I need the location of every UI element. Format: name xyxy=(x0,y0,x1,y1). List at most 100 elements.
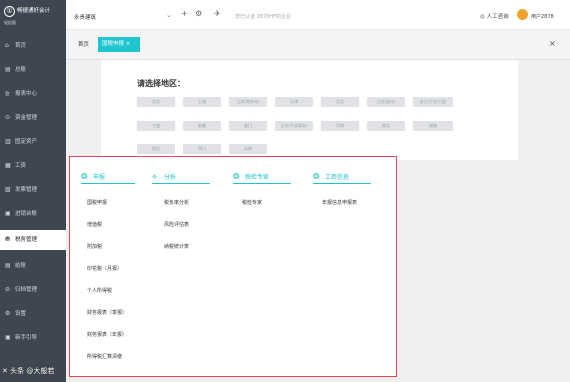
menu-item-tax-expert[interactable]: 税检专家 xyxy=(242,199,262,206)
chevron-down-icon[interactable]: ⌄ xyxy=(166,11,172,19)
close-icon[interactable]: × xyxy=(549,39,556,48)
sidebar-item-reports[interactable]: ⊵ 报表中心 xyxy=(0,84,66,104)
coin-icon: ⊙ xyxy=(5,114,11,121)
category-business-info[interactable]: ❂ 工商信息 xyxy=(313,170,371,184)
sidebar-item-label: 结账 xyxy=(15,263,27,269)
sidebar-item-funds[interactable]: ⊙ 资金管理 xyxy=(0,108,66,128)
app-logo[interactable]: ① 畅捷通好会计 轻松版 xyxy=(0,0,66,30)
menu-item-vat[interactable]: 增值税 xyxy=(87,221,102,228)
sidebar-item-label: 设置 xyxy=(15,311,27,317)
sidebar-item-assets[interactable]: ▥ 固定资产 xyxy=(0,132,66,152)
category-filing[interactable]: ❂ 申报 xyxy=(81,170,135,184)
ledger-icon: ▤ xyxy=(5,66,11,73)
category-label: 分析 xyxy=(164,174,177,181)
tab-national-tax[interactable]: 国税申报 × xyxy=(98,37,140,52)
region-panel: 请选择地区： 北京 上海 江苏(除苏州) 天津 河北 江苏(苏州) 浙江(不含宁… xyxy=(101,60,518,160)
sidebar-item-ledger-book[interactable]: ▣ 进销台账 xyxy=(0,204,66,224)
region-button[interactable]: 湖北 xyxy=(367,121,405,131)
sidebar-item-archive[interactable]: ⊘ 归档管理 xyxy=(0,280,66,300)
menu-item-annual-info[interactable]: 年报信息申报表 xyxy=(322,199,357,206)
expert-icon: ❂ xyxy=(233,172,240,181)
menu-item-risk[interactable]: 风险评估表 xyxy=(164,221,189,228)
region-button[interactable]: 上海 xyxy=(183,97,221,107)
support-label: 人工咨询 xyxy=(486,14,509,20)
menu-item-stamp-tax[interactable]: 印花税（月报） xyxy=(87,265,122,272)
sidebar-item-label: 新手引导 xyxy=(15,335,38,341)
region-button[interactable]: 北京 xyxy=(137,97,175,107)
category-label: 税检专家 xyxy=(245,174,270,181)
menu-item-quarterly-report[interactable]: 财务报表（季报） xyxy=(87,309,127,316)
region-button[interactable]: 天津 xyxy=(275,97,313,107)
region-button[interactable]: 浙江(不含宁波) xyxy=(413,97,453,107)
sidebar-item-settings[interactable]: ⚙ 设置 xyxy=(0,304,66,324)
region-button[interactable]: 湖南 xyxy=(413,121,453,131)
asset-icon: ▥ xyxy=(5,138,11,145)
sidebar-item-label: 固定资产 xyxy=(15,139,38,145)
menu-item-national-tax[interactable]: 国税申报 xyxy=(87,199,107,206)
filing-icon: ❂ xyxy=(81,172,88,181)
avatar[interactable] xyxy=(517,9,528,20)
sidebar-item-label: 税务管理 xyxy=(15,237,38,243)
gear-icon[interactable]: ⚙ xyxy=(195,10,202,18)
menu-item-tax-burden[interactable]: 税负率分析 xyxy=(164,199,189,206)
menu-item-annual-report[interactable]: 财务报表（年报） xyxy=(87,331,127,338)
sidebar-item-label: 发票管理 xyxy=(15,187,38,193)
guide-icon: ▣ xyxy=(5,334,11,341)
book-icon: ▣ xyxy=(5,210,11,217)
sidebar-item-label: 资金管理 xyxy=(15,115,38,121)
tax-menu-dropdown: ❂ 申报 ⟡ 分析 ❂ 税检专家 ❂ 工商信息 国税申报 增值税 附加税 印花税（月报）… xyxy=(69,156,397,377)
menu-item-settlement[interactable]: 所得税汇算清缴 xyxy=(87,353,122,360)
region-button[interactable]: 厦门 xyxy=(229,121,267,131)
sidebar-item-label: 报表中心 xyxy=(15,91,38,97)
region-button[interactable]: 河南 xyxy=(321,121,359,131)
tab-label: 国税申报 xyxy=(102,41,125,47)
watermark: ✕ 头条 @大般若 xyxy=(2,367,55,375)
tab-bar: 首页 国税申报 × × xyxy=(66,30,570,60)
logo-name: 畅捷通好会计 xyxy=(17,8,51,14)
gear-icon: ⚙ xyxy=(5,310,11,317)
category-analysis[interactable]: ⟡ 分析 xyxy=(152,170,210,184)
top-bar: ① 畅捷通好会计 轻松版 永贵建筑 ⌄ + ⚙ ✈ 您已认证 2878HF的企业… xyxy=(0,0,570,30)
invoice-icon: ▧ xyxy=(5,186,11,193)
sidebar-item-closing[interactable]: ▤ 结账 xyxy=(0,256,66,276)
menu-item-statistics[interactable]: 纳税统计表 xyxy=(164,243,189,250)
sidebar-item-label: 归档管理 xyxy=(15,287,38,293)
tax-icon: ⛃ xyxy=(5,236,11,243)
region-button[interactable]: 江苏(苏州) xyxy=(367,97,405,107)
region-button[interactable]: 江苏(除苏州) xyxy=(229,97,267,107)
region-button[interactable]: 四川 xyxy=(183,144,221,154)
analysis-icon: ⟡ xyxy=(152,172,158,181)
sidebar-item-ledger[interactable]: ▤ 总账 xyxy=(0,60,66,80)
sidebar-item-label: 总账 xyxy=(15,67,27,73)
category-tax-expert[interactable]: ❂ 税检专家 xyxy=(233,170,291,184)
region-button[interactable]: 安徽 xyxy=(183,121,221,131)
tab-home[interactable]: 首页 xyxy=(78,40,89,48)
payroll-icon: ▦ xyxy=(5,162,11,169)
home-icon: ⌂ xyxy=(5,42,9,49)
headset-icon: ◎ xyxy=(480,14,485,20)
sidebar-item-invoices[interactable]: ▧ 发票管理 xyxy=(0,180,66,200)
company-name[interactable]: 永贵建筑 xyxy=(74,13,96,21)
region-button[interactable]: 宁波 xyxy=(137,121,175,131)
region-button[interactable]: 山东(不含青岛) xyxy=(275,121,313,131)
sidebar-item-guide[interactable]: ▣ 新手引导 xyxy=(0,328,66,348)
business-icon: ❂ xyxy=(313,172,320,181)
add-icon[interactable]: + xyxy=(181,10,188,18)
pin-icon[interactable]: ✈ xyxy=(214,10,221,18)
user-name[interactable]: 用户2878 xyxy=(531,13,554,20)
region-button[interactable]: 云南 xyxy=(229,144,267,154)
close-icon[interactable]: × xyxy=(126,41,131,47)
region-button[interactable]: 陕西 xyxy=(137,144,175,154)
region-button[interactable]: 河北 xyxy=(321,97,359,107)
sidebar-item-home[interactable]: ⌂ 首页 xyxy=(0,36,66,56)
menu-item-surcharge[interactable]: 附加税 xyxy=(87,243,102,250)
chart-icon: ⊵ xyxy=(5,90,11,97)
company-notice: 您已认证 2878HF的企业 xyxy=(235,14,291,20)
menu-item-income-tax[interactable]: 个人所得税 xyxy=(87,287,112,294)
category-label: 工商信息 xyxy=(325,174,350,181)
sidebar-item-payroll[interactable]: ▦ 工资 xyxy=(0,156,66,176)
category-label: 申报 xyxy=(93,174,106,181)
support-link[interactable]: ◎ 人工咨询 xyxy=(480,12,509,20)
closing-icon: ▤ xyxy=(5,262,11,269)
sidebar-item-tax[interactable]: ⛃ 税务管理 xyxy=(0,230,66,250)
